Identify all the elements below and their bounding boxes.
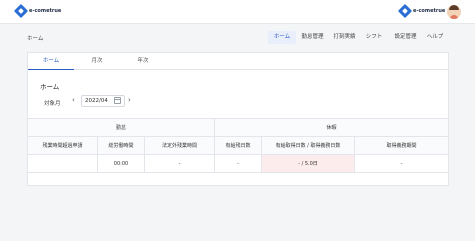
column-header: 有給残日数	[215, 137, 262, 155]
logo-text: e-cometrue	[29, 8, 62, 14]
tab-home[interactable]: ホーム	[28, 53, 74, 70]
table-cell: -	[215, 155, 262, 173]
next-month-chevron-icon[interactable]: ›	[128, 96, 131, 104]
table-cell: 00:00	[98, 155, 145, 173]
section-title: ホーム	[40, 83, 60, 91]
tab-monthly[interactable]: 月次	[74, 53, 120, 70]
column-header: 法定外残業時間	[145, 137, 215, 155]
nav-shift[interactable]: シフト	[363, 31, 385, 44]
group-leave: 休暇	[215, 118, 448, 137]
nav-home[interactable]: ホーム	[268, 31, 296, 44]
logo-text: e-cometrue	[413, 8, 446, 14]
company-logo: e-cometrue	[397, 3, 446, 19]
column-header: 取得義務期間	[355, 137, 448, 155]
breadcrumb: ホーム	[27, 36, 44, 42]
home-card: ホーム 月次 年次 ホーム 対象月 ‹ 2022/04 › 勤怠 休暇 残業時間…	[27, 52, 449, 186]
column-header: 総労働時間	[98, 137, 145, 155]
top-bar: e-cometrue e-cometrue	[0, 0, 475, 24]
table-cell-highlight: - / 5.0日	[262, 155, 355, 173]
nav-clock-records[interactable]: 打刻実績	[331, 31, 358, 44]
logo-icon	[397, 3, 413, 19]
tab-yearly[interactable]: 年次	[120, 53, 166, 70]
brand-logo[interactable]: e-cometrue	[13, 3, 62, 19]
tab-bar: ホーム 月次 年次	[28, 53, 448, 70]
nav-settings[interactable]: 設定管理	[392, 31, 419, 44]
logo-icon	[13, 3, 29, 19]
table-cell: -	[145, 155, 215, 173]
column-header: 有給取得日数 / 取得義務日数	[262, 137, 355, 155]
group-attendance: 勤怠	[28, 118, 215, 137]
column-header: 残業時間超過申請	[28, 137, 98, 155]
prev-month-chevron-icon[interactable]: ‹	[72, 96, 75, 104]
calendar-icon[interactable]	[114, 97, 121, 104]
nav-attendance[interactable]: 勤怠管理	[299, 31, 326, 44]
table-cell: -	[355, 155, 448, 173]
nav-help[interactable]: ヘルプ	[424, 31, 446, 44]
month-label: 対象月	[44, 101, 61, 107]
avatar[interactable]	[447, 5, 461, 19]
table-cell	[28, 155, 98, 173]
